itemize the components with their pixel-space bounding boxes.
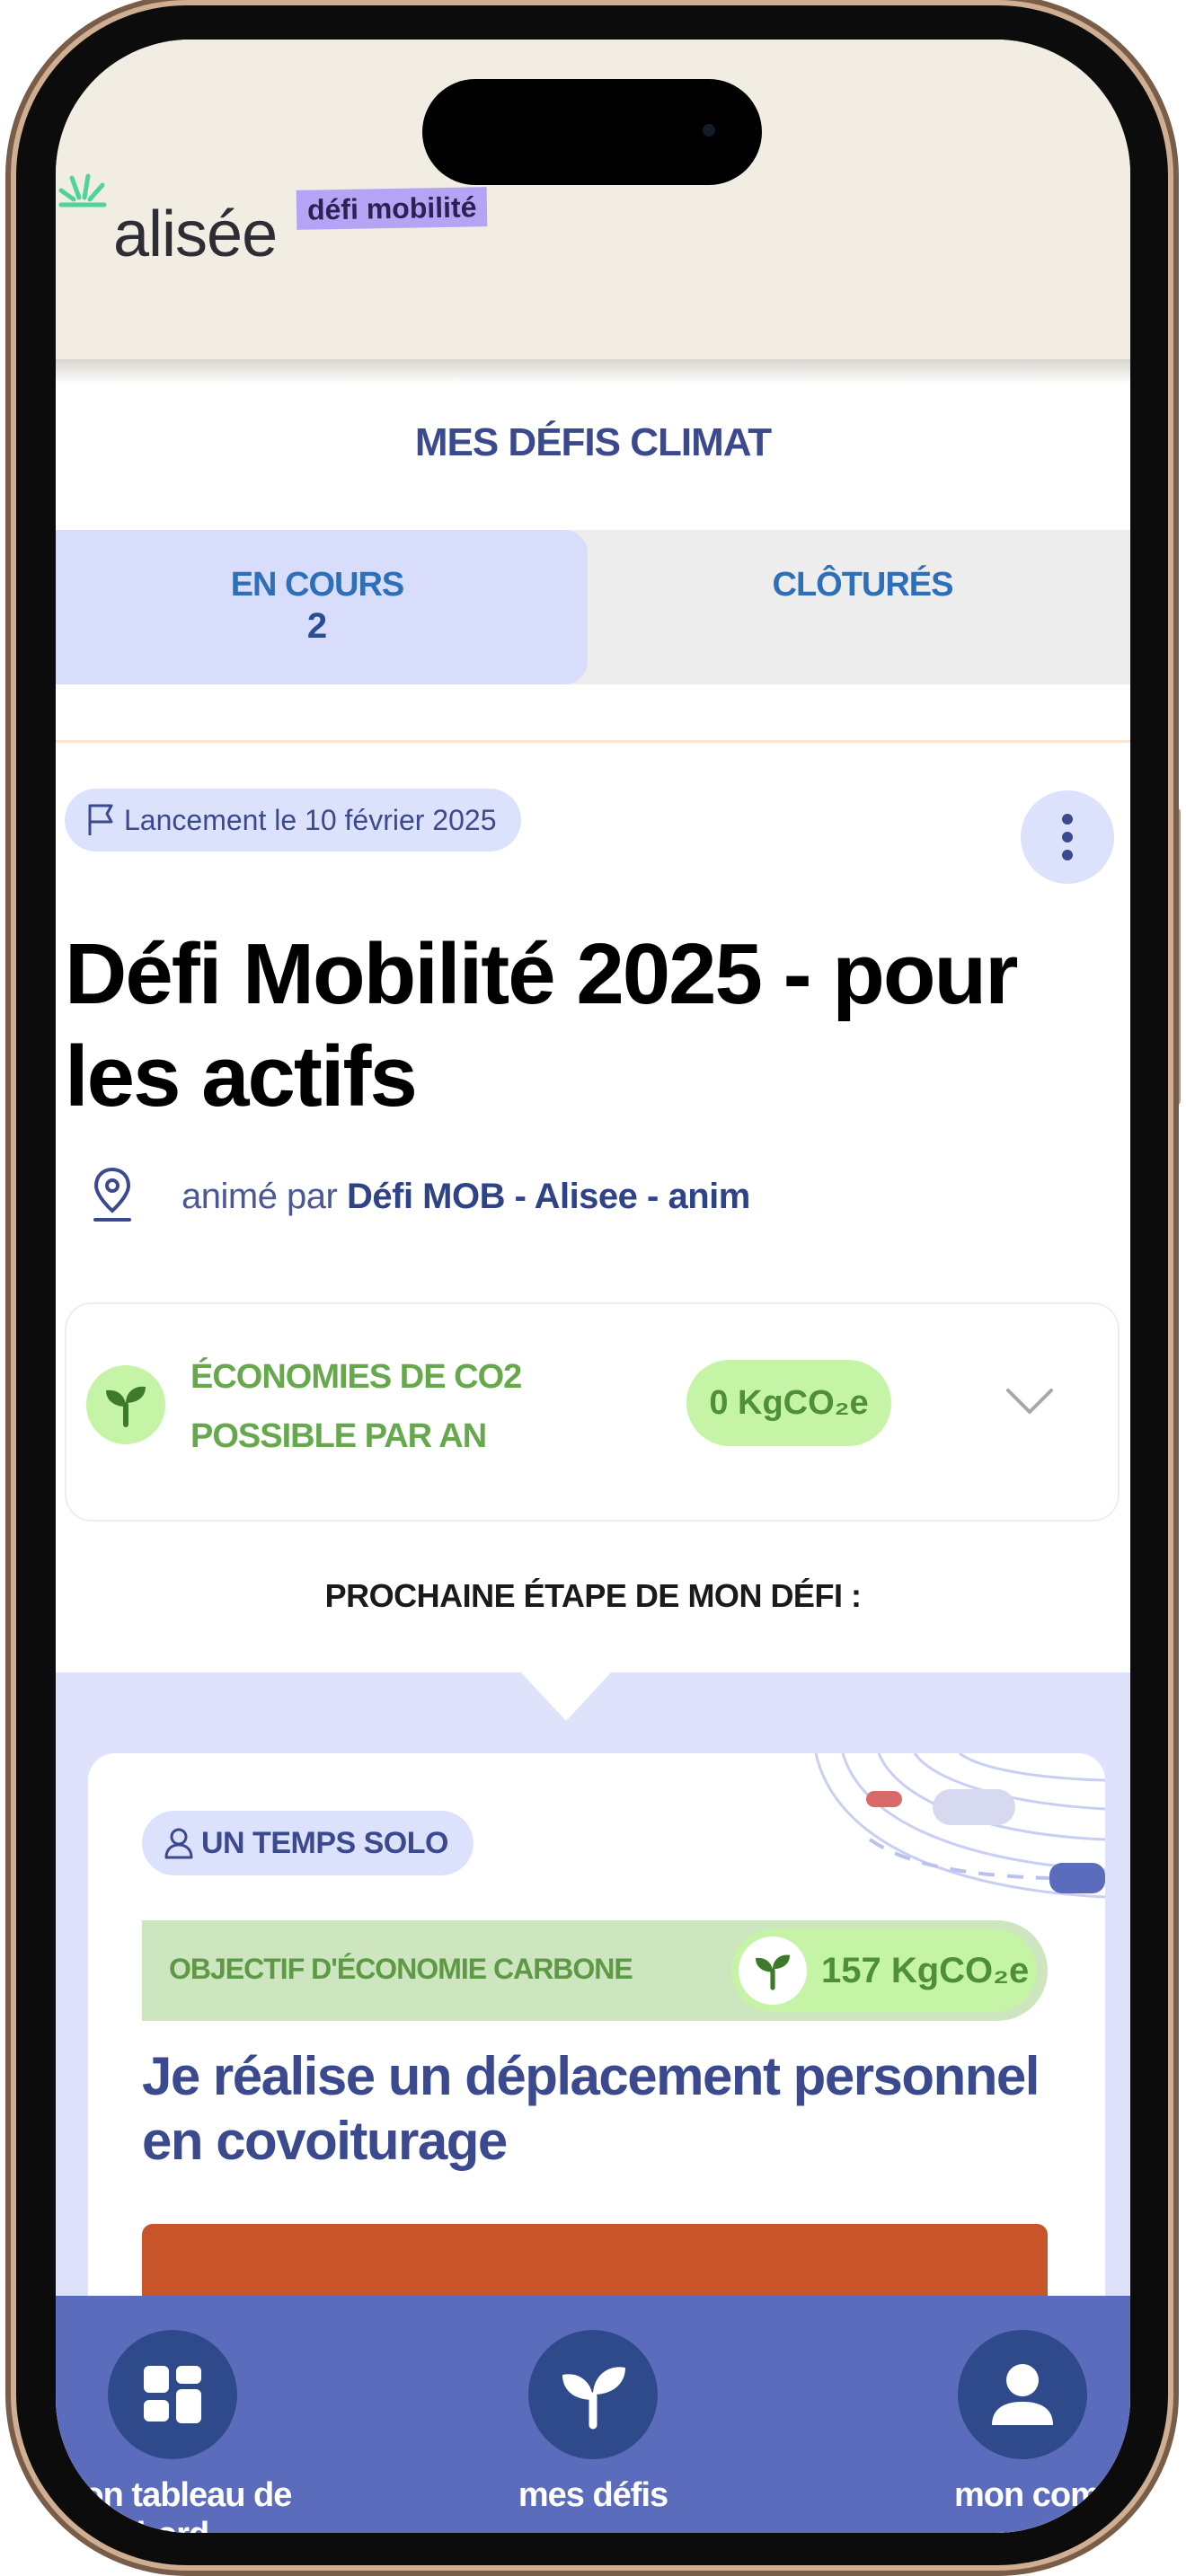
tab-clotures-label: CLÔTURÉS xyxy=(772,566,954,604)
sprout-icon xyxy=(562,2367,625,2430)
animated-by-prefix: animé par xyxy=(181,1177,338,1216)
chevron-down-icon[interactable] xyxy=(1005,1387,1055,1416)
co2-savings-label-line2: POSSIBLE PAR AN xyxy=(190,1417,487,1455)
side-button-volume-up xyxy=(5,744,16,934)
launch-date-text: Lancement le 10 février 2025 xyxy=(124,803,497,836)
dashboard-icon xyxy=(144,2366,201,2423)
camera-dot xyxy=(703,124,715,137)
objective-value: 157 KgCO₂e xyxy=(821,1951,1030,1990)
co2-savings-value: 0 KgCO₂e xyxy=(686,1360,891,1446)
user-outline-icon xyxy=(164,1828,193,1859)
nav-challenges-label: mes défis xyxy=(518,2476,668,2514)
animated-by-name[interactable]: Défi MOB - Alisee - anim xyxy=(347,1177,750,1216)
next-step-heading: PROCHAINE ÉTAPE DE MON DÉFI : xyxy=(324,1577,862,1614)
nav-challenges-button xyxy=(528,2330,658,2459)
logo-sun-icon xyxy=(58,173,107,207)
side-button-power xyxy=(1170,808,1181,1105)
logo-tag: défi mobilité xyxy=(296,187,488,230)
sprout-icon xyxy=(739,1936,807,2005)
road-illustration xyxy=(814,1753,1105,1899)
nav-item-challenges[interactable]: mes défis xyxy=(458,2296,728,2533)
page-title: MES DÉFIS CLIMAT xyxy=(414,420,772,464)
next-step-title: Je réalise un déplacement personnel en c… xyxy=(142,2046,1040,2171)
tab-en-cours[interactable]: EN COURS 2 xyxy=(56,530,588,684)
side-button-volume-down xyxy=(5,981,16,1171)
more-vertical-icon-dot xyxy=(1062,850,1073,860)
launch-date-badge: Lancement le 10 février 2025 xyxy=(65,789,522,851)
next-step-pointer xyxy=(519,1671,613,1721)
nav-item-account[interactable]: mon compte xyxy=(882,2296,1130,2533)
sprout-icon xyxy=(86,1365,165,1444)
location-pin-icon xyxy=(93,1167,131,1222)
more-options-button[interactable] xyxy=(1021,790,1114,884)
tab-clotures[interactable]: CLÔTURÉS xyxy=(595,530,1130,684)
step-type-badge: UN TEMPS SOLO xyxy=(142,1811,474,1875)
nav-account-label: mon compte xyxy=(954,2476,1130,2514)
logo-text: alisée xyxy=(113,198,278,270)
objective-label: OBJECTIF D'ÉCONOMIE CARBONE xyxy=(169,1953,633,1985)
co2-savings-label: ÉCONOMIES DE CO2 POSSIBLE PAR AN xyxy=(190,1347,522,1466)
header-shadow xyxy=(56,359,1130,384)
nav-account-button xyxy=(958,2330,1087,2459)
step-type-label: UN TEMPS SOLO xyxy=(201,1825,448,1860)
nav-dashboard-button xyxy=(108,2330,237,2459)
tab-en-cours-count: 2 xyxy=(306,606,328,646)
section-divider xyxy=(56,740,1130,743)
nav-item-dashboard[interactable]: mon tableau de bord xyxy=(56,2296,298,2533)
tab-en-cours-label: EN COURS xyxy=(230,566,405,604)
more-vertical-icon-dot xyxy=(1062,832,1073,842)
animated-by: animé par Défi MOB - Alisee - anim xyxy=(181,1177,750,1217)
app-screen: alisée défi mobilité MES DÉFIS CLIMAT EN… xyxy=(56,40,1130,2533)
more-vertical-icon xyxy=(1062,814,1073,825)
co2-savings-label-line1: ÉCONOMIES DE CO2 xyxy=(190,1358,522,1396)
side-button-action xyxy=(5,532,16,631)
user-icon xyxy=(992,2364,1053,2425)
nav-dashboard-label: mon tableau de bord xyxy=(56,2476,292,2533)
flag-icon xyxy=(88,804,113,835)
challenge-title: Défi Mobilité 2025 - pour les actifs xyxy=(65,926,1018,1125)
